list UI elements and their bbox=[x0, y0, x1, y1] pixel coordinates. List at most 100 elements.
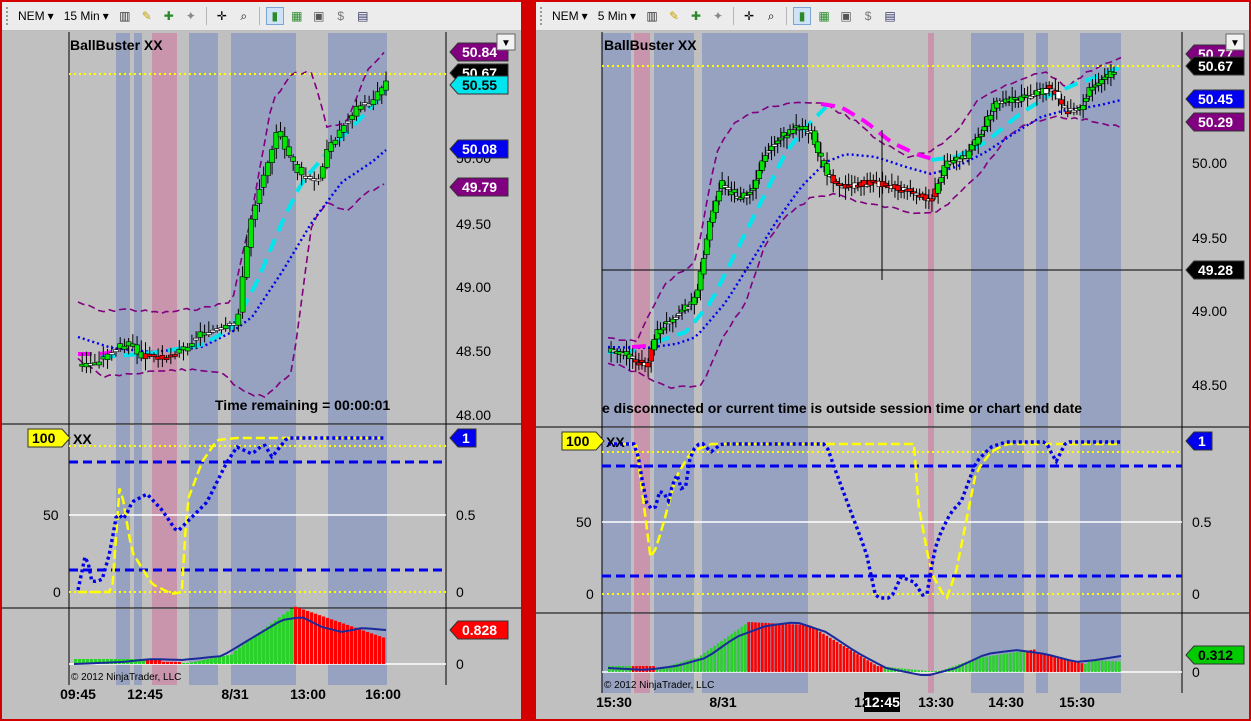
time-axis-label: 13:30 bbox=[918, 694, 954, 710]
hist-bar bbox=[801, 624, 805, 672]
candle-body bbox=[639, 359, 645, 363]
time-axis-label: 16:00 bbox=[365, 686, 401, 702]
hist-bar bbox=[1050, 655, 1053, 672]
hist-bar bbox=[920, 670, 924, 672]
hist-tag-label: 0.828 bbox=[462, 622, 497, 638]
hist-bar bbox=[1070, 660, 1073, 672]
strategies-icon[interactable]: ▦ bbox=[288, 7, 306, 25]
moving-average-line bbox=[78, 350, 113, 356]
candle-body bbox=[694, 289, 701, 298]
drawing-tool-icon[interactable]: ✎ bbox=[665, 7, 683, 25]
osc-title: XX bbox=[73, 431, 92, 447]
hist-bar bbox=[1022, 650, 1026, 672]
hist-bar bbox=[174, 662, 178, 664]
price-axis-label: 49.50 bbox=[1192, 230, 1227, 246]
hist-bar bbox=[999, 654, 1002, 672]
chart-trader-icon[interactable]: ▮ bbox=[265, 7, 284, 25]
hist-bar bbox=[1118, 661, 1121, 672]
session-band bbox=[702, 428, 808, 613]
hist-bar bbox=[282, 614, 286, 664]
candle-body bbox=[370, 99, 377, 105]
session-band bbox=[602, 428, 631, 613]
hist-bar bbox=[924, 670, 927, 672]
hist-bar bbox=[250, 638, 254, 664]
hist-tag-label: 0.312 bbox=[1198, 647, 1233, 663]
chart-window-left: NEM ▾ 15 Min ▾ ▥ ✎ ✚ ✦ ✛ ⌕ ▮ ▦ ▣ $ ▤ BallB… bbox=[2, 2, 521, 719]
hist-bar bbox=[818, 631, 822, 672]
hist-bar bbox=[262, 629, 266, 664]
candle-body bbox=[691, 296, 698, 305]
hist-bar bbox=[342, 623, 346, 664]
crosshair-icon[interactable]: ✛ bbox=[213, 7, 231, 25]
hist-bar bbox=[866, 660, 869, 672]
chart-image-icon[interactable]: ▣ bbox=[310, 7, 328, 25]
crosshair-icon[interactable]: ✛ bbox=[740, 7, 758, 25]
candle-body bbox=[716, 190, 722, 202]
hist-bar bbox=[230, 654, 234, 664]
zoom-icon[interactable]: ⌕ bbox=[235, 7, 253, 25]
add-indicator-icon[interactable]: ✚ bbox=[160, 7, 178, 25]
chart-image-icon[interactable]: ▣ bbox=[837, 7, 855, 25]
highlight-band bbox=[152, 33, 177, 424]
interval-selector[interactable]: 5 Min ▾ bbox=[595, 9, 639, 23]
hist-bar bbox=[198, 660, 202, 664]
hist-bar bbox=[170, 662, 174, 664]
highlight-band bbox=[928, 614, 934, 693]
strategies-icon[interactable]: ▦ bbox=[815, 7, 833, 25]
hist-bar bbox=[218, 656, 222, 664]
drawing-tool-icon[interactable]: ✎ bbox=[138, 7, 156, 25]
hist-bar bbox=[1060, 658, 1063, 672]
toolbar-grip[interactable] bbox=[6, 7, 11, 25]
candle-body bbox=[731, 189, 738, 193]
chart-canvas-right[interactable]: BallBuster XX e disconnected or current … bbox=[536, 32, 1249, 719]
hist-bar bbox=[270, 623, 274, 664]
hist-bar bbox=[1097, 660, 1101, 672]
chart-trader-icon[interactable]: ▮ bbox=[793, 7, 812, 25]
candle-body bbox=[913, 192, 920, 196]
hist-bar bbox=[1094, 660, 1097, 672]
candle-body bbox=[1061, 105, 1068, 109]
add-indicator-icon[interactable]: ✚ bbox=[687, 7, 705, 25]
chart-canvas-left[interactable]: BallBuster XX Time remaining = 00:00:01 … bbox=[2, 32, 521, 719]
time-axis-label: 14:30 bbox=[988, 694, 1024, 710]
bar-style-icon[interactable]: ▥ bbox=[643, 7, 661, 25]
dollar-icon[interactable]: $ bbox=[859, 7, 877, 25]
toolbar-grip[interactable] bbox=[540, 7, 545, 25]
highlight-band bbox=[928, 33, 934, 427]
hist-bar bbox=[234, 650, 238, 664]
candle-body bbox=[771, 144, 778, 147]
osc-axis-left: 50 bbox=[576, 514, 592, 530]
hist-bar bbox=[1107, 661, 1111, 672]
hist-bar bbox=[1090, 660, 1094, 672]
hist-bar bbox=[931, 671, 934, 672]
dollar-icon[interactable]: $ bbox=[332, 7, 350, 25]
properties-icon[interactable]: ▤ bbox=[354, 7, 372, 25]
snap-icon[interactable]: ✦ bbox=[709, 7, 727, 25]
hist-bar bbox=[310, 612, 314, 664]
zoom-icon[interactable]: ⌕ bbox=[762, 7, 780, 25]
instrument-selector[interactable]: NEM ▾ bbox=[549, 9, 591, 23]
hist-bar bbox=[975, 658, 978, 672]
snap-icon[interactable]: ✦ bbox=[182, 7, 200, 25]
hist-bar bbox=[242, 644, 246, 664]
properties-icon[interactable]: ▤ bbox=[881, 7, 899, 25]
osc-axis-left: 50 bbox=[43, 507, 59, 523]
status-text: Time remaining = 00:00:01 bbox=[215, 397, 390, 413]
price-axis-label: 48.00 bbox=[456, 407, 491, 423]
hist-bar bbox=[202, 660, 206, 664]
osc-right-tag-label: 1 bbox=[462, 430, 470, 446]
candle-body bbox=[1111, 72, 1117, 75]
candle-body bbox=[784, 135, 790, 139]
interval-selector[interactable]: 15 Min ▾ bbox=[61, 9, 112, 23]
candle-body bbox=[768, 145, 775, 151]
osc-left-tag-label: 100 bbox=[566, 433, 590, 449]
session-band bbox=[134, 425, 142, 608]
hist-bar bbox=[1101, 660, 1104, 672]
candle-body bbox=[1064, 111, 1071, 115]
instrument-selector[interactable]: NEM ▾ bbox=[15, 9, 57, 23]
candle-body bbox=[184, 347, 191, 352]
hist-bar bbox=[1039, 652, 1043, 672]
candle-body bbox=[676, 313, 682, 316]
status-text: e disconnected or current time is outsid… bbox=[602, 400, 1082, 416]
bar-style-icon[interactable]: ▥ bbox=[116, 7, 134, 25]
